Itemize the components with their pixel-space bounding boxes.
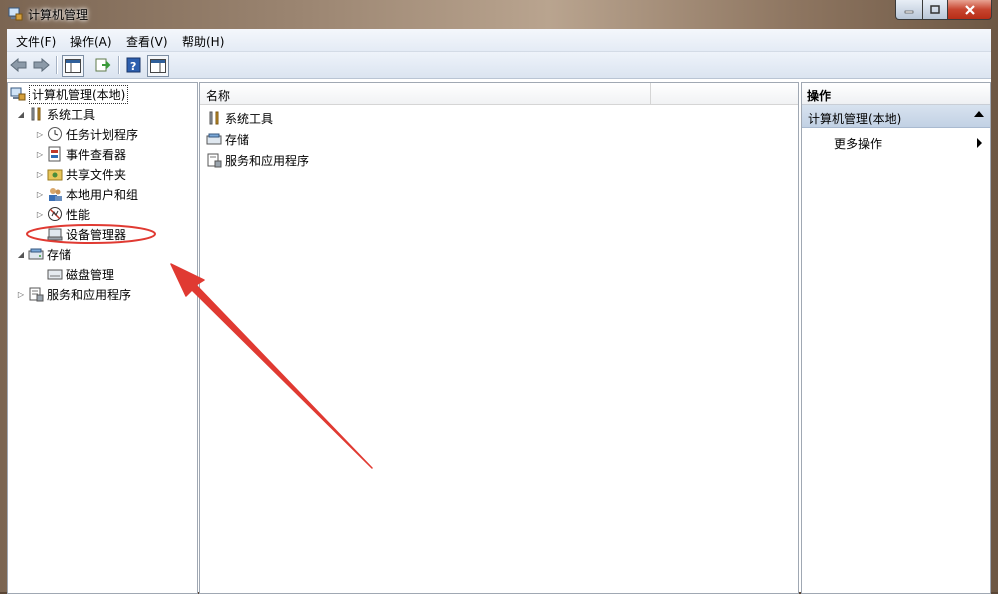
tree-item-shared-folders[interactable]: ▷ 共享文件夹	[35, 165, 126, 183]
client-area: 文件(F) 操作(A) 查看(V) 帮助(H) ? 计算机管理(本地) ◢ 系统…	[7, 29, 991, 594]
disk-management-icon	[47, 269, 63, 280]
tree-label-event-viewer: 事件查看器	[66, 147, 127, 162]
tree-item-event-viewer[interactable]: ▷ 事件查看器	[35, 145, 126, 163]
show-hide-action-pane-icon	[150, 59, 166, 73]
minimize-icon	[904, 10, 914, 13]
list-label: 服务和应用程序	[225, 153, 310, 168]
menu-view[interactable]: 查看(V)	[126, 33, 168, 50]
tree-label-shared-folders: 共享文件夹	[66, 167, 127, 182]
collapsed-triangle-icon: ▷	[36, 189, 44, 199]
expanded-triangle-icon: ◢	[17, 109, 25, 119]
more-actions-item[interactable]: 更多操作	[834, 135, 882, 152]
tools-icon	[31, 107, 41, 121]
forward-button[interactable]	[31, 55, 51, 75]
list-item-services-apps[interactable]: 服务和应用程序	[206, 151, 309, 169]
actions-header: 操作	[802, 83, 990, 105]
services-apps-icon	[207, 153, 222, 168]
back-arrow-icon	[10, 58, 27, 72]
list-item-storage[interactable]: 存储	[206, 130, 249, 148]
tree-label-task-scheduler: 任务计划程序	[66, 127, 139, 142]
back-button[interactable]	[9, 55, 29, 75]
collapsed-triangle-icon: ▷	[36, 149, 44, 159]
services-apps-icon	[29, 287, 44, 302]
menu-bar: 文件(F) 操作(A) 查看(V) 帮助(H)	[7, 29, 991, 52]
clock-icon	[48, 127, 62, 141]
list-label: 存储	[225, 132, 250, 147]
list-item-system-tools[interactable]: 系统工具	[206, 109, 273, 127]
tree-item-performance[interactable]: ▷ 性能	[35, 205, 90, 223]
device-manager-icon	[47, 228, 63, 241]
tree-item-services-apps[interactable]: ▷ 服务和应用程序	[16, 285, 131, 303]
menu-action[interactable]: 操作(A)	[70, 33, 112, 50]
actions-pane: 操作 计算机管理(本地) 更多操作	[801, 82, 991, 594]
results-pane: 名称 系统工具 存储 服务和应用程序	[199, 82, 799, 594]
show-hide-tree-button[interactable]	[62, 55, 84, 77]
maximize-button[interactable]	[923, 0, 948, 20]
tree-item-system-tools[interactable]: ◢ 系统工具	[16, 105, 95, 123]
tree-item-storage[interactable]: ◢ 存储	[16, 245, 71, 263]
collapsed-triangle-icon: ▷	[36, 209, 44, 219]
help-button[interactable]: ?	[124, 55, 144, 75]
computer-management-icon	[10, 87, 26, 101]
tree-item-task-scheduler[interactable]: ▷ 任务计划程序	[35, 125, 138, 143]
collapsed-triangle-icon: ▷	[36, 129, 44, 139]
expanded-triangle-icon: ◢	[17, 249, 25, 259]
menu-file[interactable]: 文件(F)	[16, 33, 56, 50]
maximize-icon	[930, 5, 940, 14]
tree-label-device-manager: 设备管理器	[66, 227, 127, 242]
export-list-button[interactable]	[93, 55, 113, 75]
show-hide-tree-icon	[65, 59, 81, 73]
column-header: 名称	[200, 83, 798, 105]
svg-text:?: ?	[130, 60, 136, 73]
toolbar: ?	[7, 52, 991, 79]
tree-item-root[interactable]: 计算机管理(本地)	[10, 84, 129, 104]
title-bar: 计算机管理	[0, 0, 998, 28]
column-name-header[interactable]: 名称	[206, 87, 230, 104]
list-label: 系统工具	[225, 111, 274, 126]
show-hide-action-pane-button[interactable]	[147, 55, 169, 77]
tree-label-disk-management: 磁盘管理	[66, 267, 115, 282]
help-icon: ?	[126, 57, 141, 73]
actions-section[interactable]: 计算机管理(本地)	[802, 105, 990, 128]
event-viewer-icon	[48, 146, 61, 162]
tree-item-device-manager[interactable]: 设备管理器	[47, 225, 126, 243]
collapse-up-icon[interactable]	[974, 111, 984, 117]
forward-arrow-icon	[33, 58, 50, 72]
close-icon	[964, 4, 975, 15]
shared-folder-icon	[47, 169, 63, 181]
window-title: 计算机管理	[28, 8, 89, 22]
tree-label-system-tools: 系统工具	[47, 107, 96, 122]
actions-section-label: 计算机管理(本地)	[808, 112, 902, 126]
tree-item-disk-management[interactable]: 磁盘管理	[47, 265, 114, 283]
tree-label-root: 计算机管理(本地)	[29, 84, 129, 104]
performance-icon	[48, 207, 62, 221]
console-tree: 计算机管理(本地) ◢ 系统工具 ▷ 任务计划程序 ▷ 事件查看器 ▷ 共享文件…	[7, 82, 198, 594]
menu-help[interactable]: 帮助(H)	[182, 33, 224, 50]
tree-label-local-users: 本地用户和组	[66, 187, 139, 202]
tree-item-local-users[interactable]: ▷ 本地用户和组	[35, 185, 138, 203]
close-button[interactable]	[948, 0, 992, 20]
users-icon	[49, 188, 62, 201]
tree-label-performance: 性能	[66, 207, 91, 222]
tree-label-storage: 存储	[47, 247, 72, 262]
collapsed-triangle-icon: ▷	[17, 289, 25, 299]
tools-icon	[209, 111, 219, 125]
computer-management-icon	[8, 7, 23, 21]
collapsed-triangle-icon: ▷	[36, 169, 44, 179]
storage-icon	[28, 248, 44, 260]
actions-header-label: 操作	[807, 89, 832, 103]
tree-label-services-apps: 服务和应用程序	[47, 287, 132, 302]
submenu-arrow-icon	[977, 138, 982, 148]
minimize-button[interactable]	[895, 0, 923, 20]
export-list-icon	[95, 58, 111, 72]
storage-icon	[206, 133, 222, 145]
